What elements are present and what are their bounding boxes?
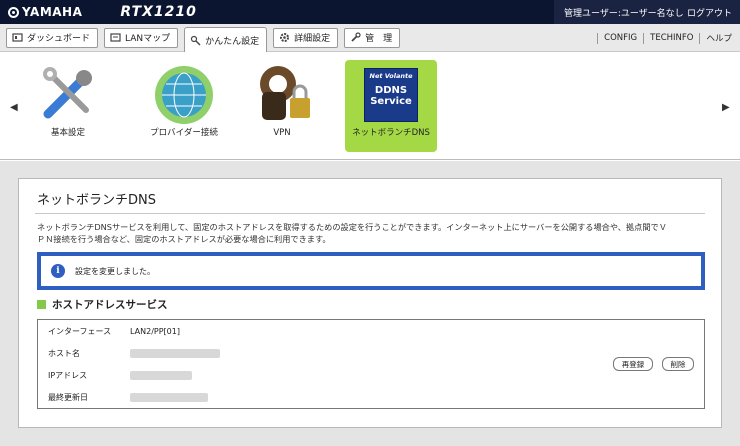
- row-key: インターフェース: [48, 326, 112, 336]
- top-bar: YAMAHA RTX1210 管理ユーザー:ユーザー名なし ログアウト: [0, 0, 740, 24]
- feature-netvolante-dns[interactable]: Net Volante DDNS Service ネットボランチDNS: [345, 60, 437, 152]
- row-value: LAN2/PP[01]: [130, 326, 180, 336]
- tab-label: LANマップ: [125, 34, 171, 44]
- page-description: ネットボランチDNSサービスを利用して、固定のホストアドレスを取得するための設定…: [37, 221, 707, 245]
- feature-label: VPN: [273, 128, 291, 138]
- notice-text: 設定を変更しました。: [75, 266, 155, 276]
- tab-label: 管 理: [365, 34, 393, 44]
- page-title: ネットボランチDNS: [37, 193, 156, 208]
- keys-lock-icon: [260, 66, 310, 120]
- nav-links: CONFIG TECHINFO ヘルプ: [591, 24, 732, 52]
- tab-dashboard[interactable]: ダッシュボード: [6, 27, 99, 48]
- feature-vpn[interactable]: VPN: [236, 60, 328, 152]
- ddns-service-icon: Net Volante DDNS Service: [364, 68, 418, 122]
- product-name: RTX1210: [120, 4, 197, 20]
- feature-label: ネットボランチDNS: [352, 128, 430, 138]
- divider: [643, 32, 645, 44]
- info-icon: i: [51, 264, 65, 278]
- feature-label: プロバイダー接続: [150, 128, 218, 138]
- badge-mid-text: DDNS: [374, 85, 408, 96]
- lan-map-icon: [110, 33, 121, 42]
- ddns-panel: ネットボランチDNS ネットボランチDNSサービスを利用して、固定のホストアドレ…: [18, 178, 722, 428]
- status-notice: i 設定を変更しました。: [37, 252, 705, 290]
- tab-management[interactable]: 管 理: [344, 27, 401, 48]
- section-heading: ホストアドレスサービス: [37, 297, 168, 312]
- delete-button[interactable]: 削除: [662, 357, 694, 371]
- ip-value-redacted: [130, 370, 192, 380]
- easy-setup-icon: [191, 35, 201, 45]
- feature-icon-row: ◀ ▶ 基本設定 プロバイダー接続 VPN Net Volante DDNS S…: [0, 52, 740, 160]
- section-marker: [37, 300, 46, 309]
- badge-top-text: Net Volante: [369, 72, 413, 80]
- main-nav: ダッシュボード LANマップ かんたん設定 詳細設定 管 理 CONFIG TE…: [0, 24, 740, 53]
- divider: [597, 32, 599, 44]
- globe-icon: [155, 66, 213, 124]
- badge-bot-text: Service: [370, 96, 412, 107]
- feature-provider-connection[interactable]: プロバイダー接続: [138, 60, 230, 152]
- section-title: ホストアドレスサービス: [52, 299, 168, 311]
- dashboard-icon: [12, 33, 23, 42]
- config-link[interactable]: CONFIG: [604, 33, 637, 43]
- logout-link[interactable]: ログアウト: [687, 6, 732, 19]
- tab-label: ダッシュボード: [27, 34, 91, 44]
- feature-basic-settings[interactable]: 基本設定: [22, 60, 114, 152]
- title-divider: [35, 213, 705, 214]
- row-key: 最終更新日: [48, 392, 88, 402]
- help-link[interactable]: ヘルプ: [706, 32, 732, 44]
- host-address-table: インターフェース LAN2/PP[01] ホスト名 IPアドレス 最終更新日 再…: [37, 319, 705, 409]
- row-key: IPアドレス: [48, 370, 88, 380]
- tab-label: かんたん設定: [205, 36, 260, 47]
- gear-icon: [280, 33, 290, 42]
- description-line: ＰＮ接続を行う場合など、固定のホストアドレスが必要な場合に利用できます。: [37, 234, 331, 244]
- wrench-icon: [351, 32, 361, 42]
- tab-lan-map[interactable]: LANマップ: [104, 27, 179, 48]
- tab-label: 詳細設定: [294, 34, 331, 44]
- tab-advanced-settings[interactable]: 詳細設定: [273, 27, 339, 48]
- description-line: ネットボランチDNSサービスを利用して、固定のホストアドレスを取得するための設定…: [37, 222, 667, 232]
- tools-icon: [43, 67, 92, 119]
- reregister-button[interactable]: 再登録: [613, 357, 653, 371]
- scroll-left-arrow-icon[interactable]: ◀: [10, 102, 18, 113]
- row-key: ホスト名: [48, 348, 80, 358]
- brand-name: YAMAHA: [22, 5, 83, 19]
- feature-label: 基本設定: [50, 128, 85, 138]
- brand-logo: YAMAHA: [8, 5, 82, 19]
- user-area: 管理ユーザー:ユーザー名なし ログアウト: [554, 0, 740, 24]
- user-label: 管理ユーザー:ユーザー名なし: [564, 8, 684, 19]
- yamaha-logo-icon: [8, 6, 19, 18]
- techinfo-link[interactable]: TECHINFO: [650, 33, 693, 43]
- divider: [699, 32, 701, 44]
- scroll-right-arrow-icon[interactable]: ▶: [722, 102, 730, 113]
- updated-value-redacted: [130, 392, 208, 402]
- tab-easy-setup[interactable]: かんたん設定: [184, 26, 268, 53]
- hostname-value-redacted: [130, 348, 220, 358]
